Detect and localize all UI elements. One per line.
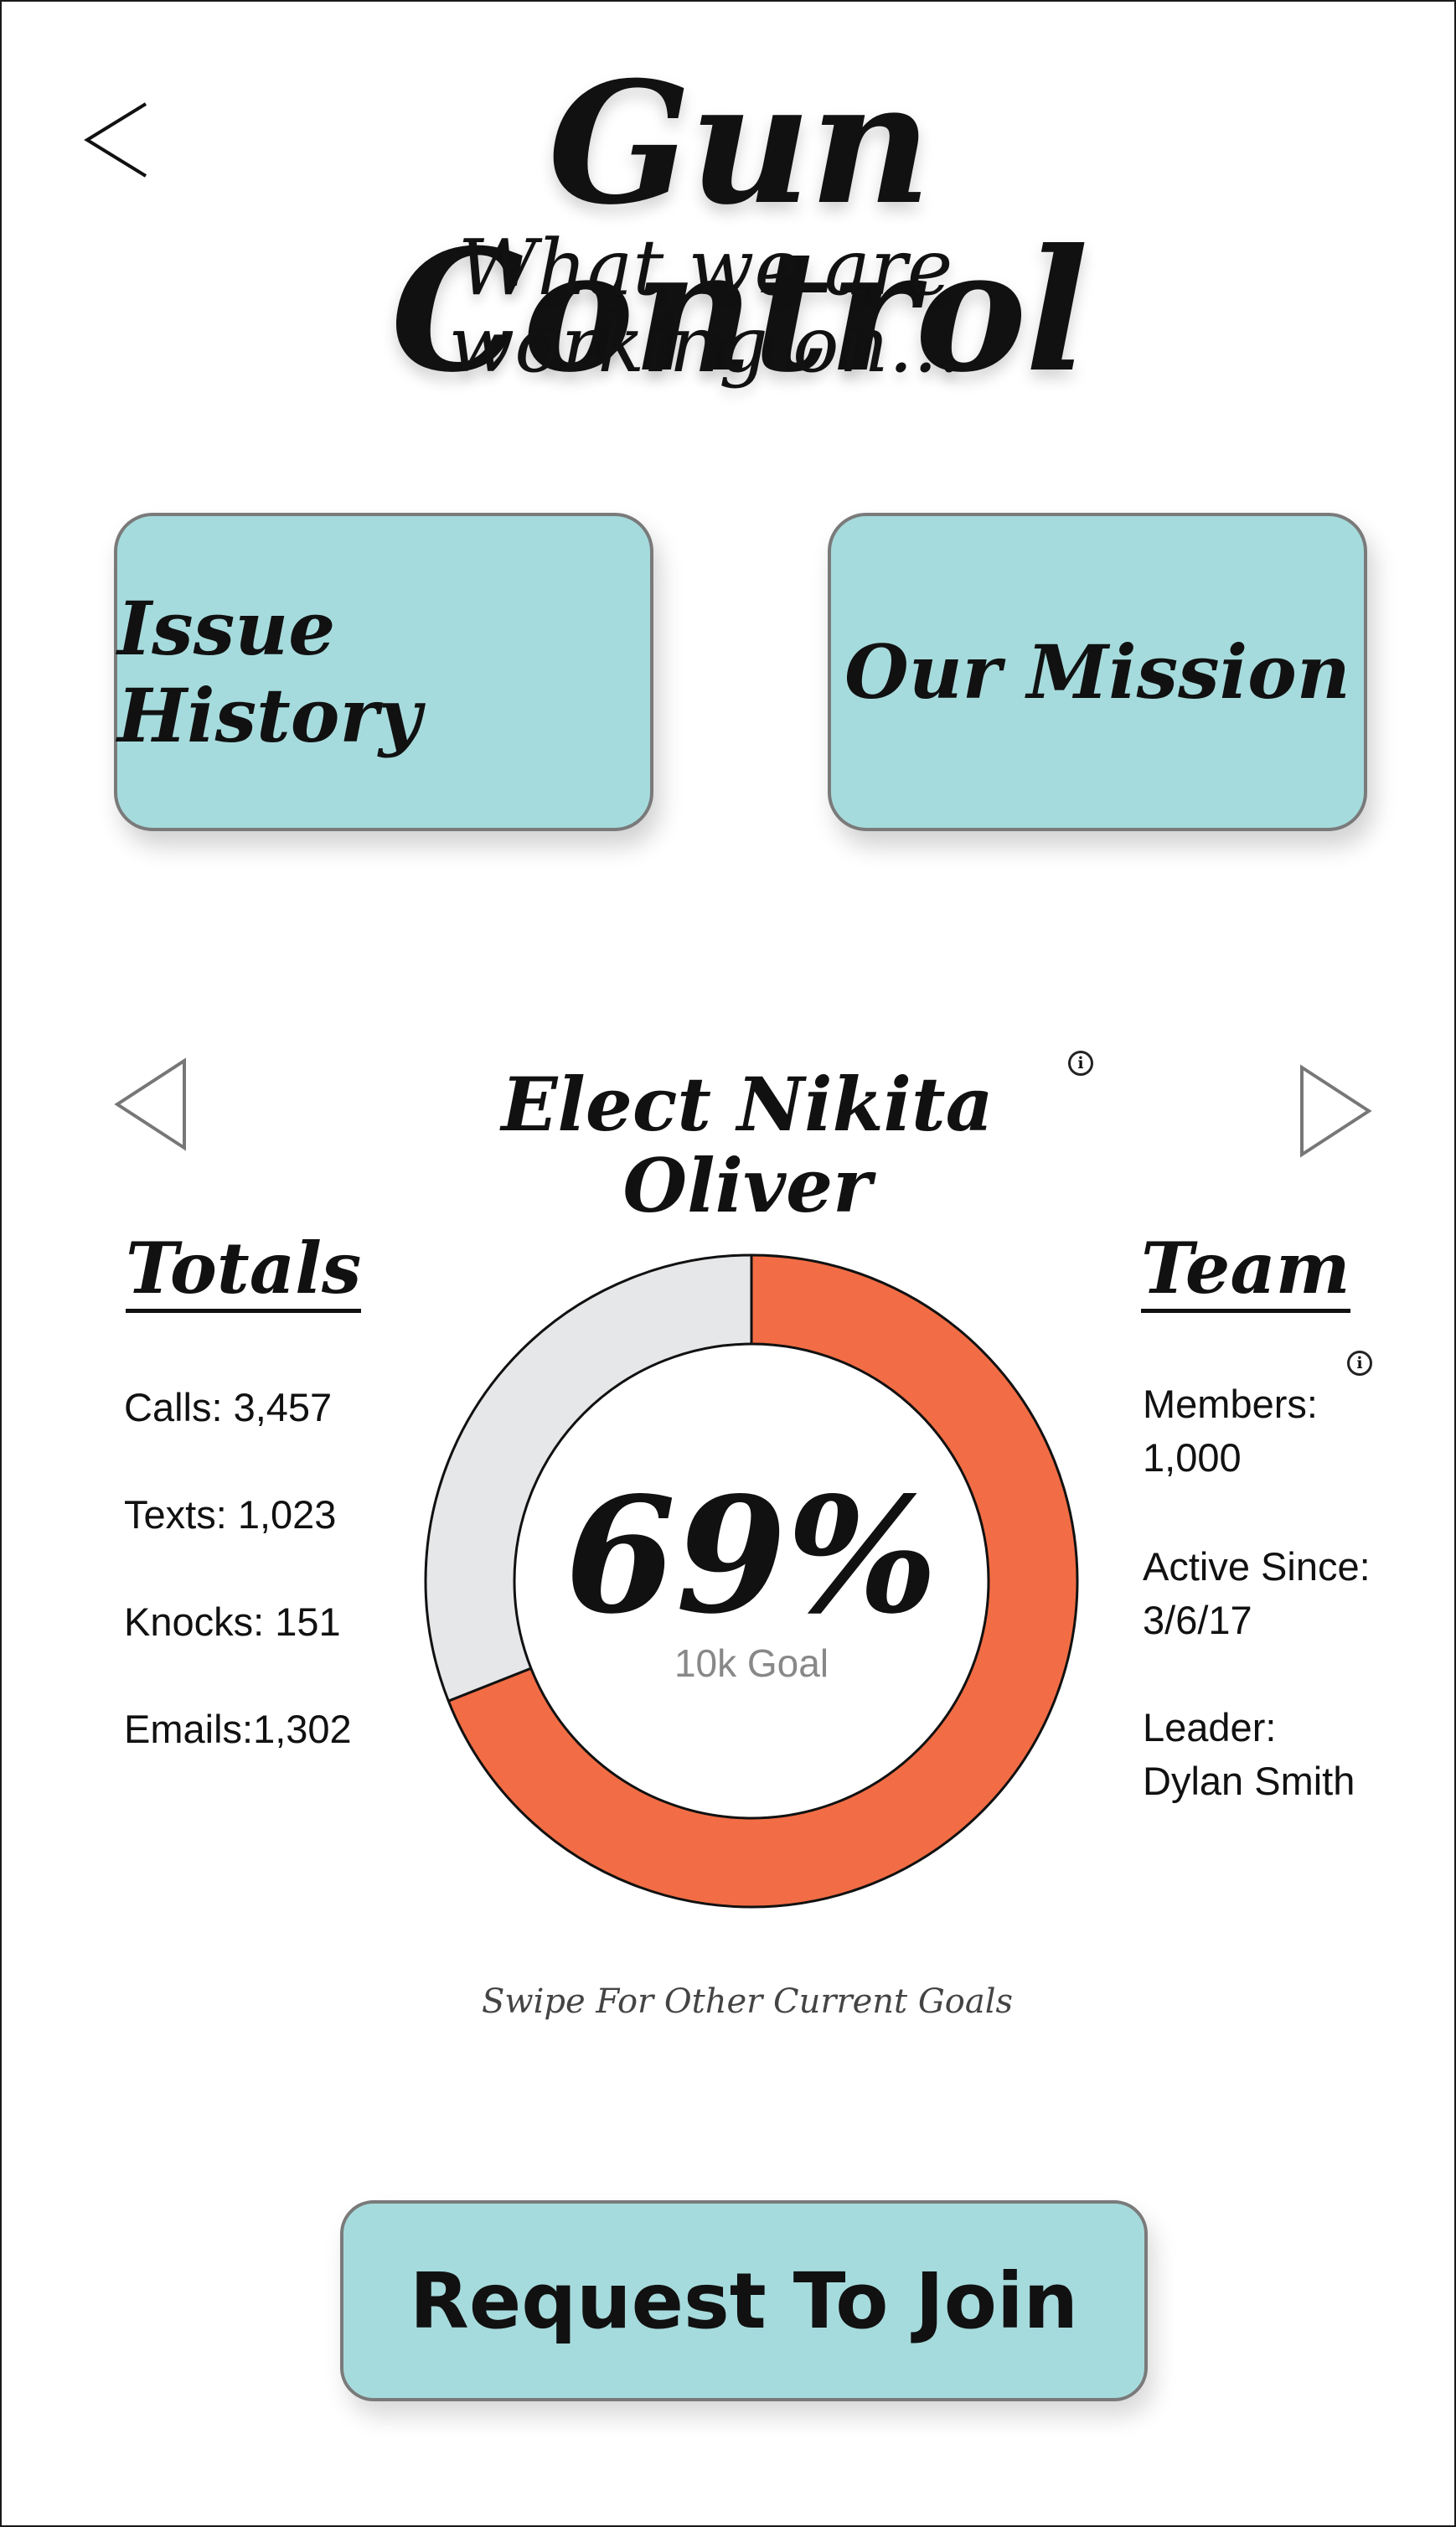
page-subtitle: What we are working on...	[448, 223, 963, 390]
our-mission-button[interactable]: Our Mission	[828, 513, 1367, 831]
knocks-stat: Knocks: 151	[124, 1599, 341, 1644]
request-to-join-button[interactable]: Request To Join	[340, 2200, 1148, 2401]
progress-percent: 69%	[565, 1462, 938, 1649]
request-to-join-label: Request To Join	[410, 2256, 1078, 2346]
info-glyph: i	[1077, 1054, 1084, 1072]
goal-target-label: 10k Goal	[674, 1641, 829, 1685]
swipe-hint: Swipe For Other Current Goals	[481, 1982, 1014, 2021]
totals-heading: Totals	[126, 1233, 362, 1313]
next-goal-button[interactable]	[1292, 1061, 1376, 1161]
chevron-left-icon	[84, 102, 147, 178]
members-value: 1,000	[1143, 1435, 1242, 1480]
leader-stat: Leader: Dylan Smith	[1143, 1701, 1419, 1808]
goal-title: Elect Nikita Oliver	[501, 1061, 994, 1229]
issue-history-button[interactable]: Issue History	[114, 513, 653, 831]
emails-stat: Emails:1,302	[124, 1707, 352, 1751]
texts-stat: Texts: 1,023	[124, 1492, 337, 1537]
leader-label: Leader:	[1143, 1705, 1277, 1749]
triangle-left-icon	[114, 1057, 186, 1151]
back-button[interactable]	[79, 94, 154, 186]
members-stat: Members: 1,000	[1143, 1377, 1419, 1485]
members-label: Members:	[1143, 1382, 1318, 1426]
calls-stat: Calls: 3,457	[124, 1385, 333, 1429]
team-info-glyph: i	[1356, 1354, 1363, 1372]
triangle-right-icon	[1300, 1064, 1372, 1158]
active-since-label: Active Since:	[1143, 1544, 1371, 1589]
active-since-stat: Active Since: 3/6/17	[1143, 1540, 1419, 1647]
app-screen: Gun Control What we are working on... Is…	[0, 0, 1456, 2527]
team-info-icon[interactable]: i	[1347, 1351, 1372, 1376]
team-heading: Team	[1141, 1233, 1350, 1313]
info-icon[interactable]: i	[1068, 1051, 1093, 1076]
issue-history-label: Issue History	[117, 585, 421, 759]
previous-goal-button[interactable]	[111, 1054, 194, 1155]
active-since-value: 3/6/17	[1143, 1598, 1252, 1642]
our-mission-label: Our Mission	[844, 628, 1350, 716]
leader-value: Dylan Smith	[1143, 1759, 1355, 1803]
